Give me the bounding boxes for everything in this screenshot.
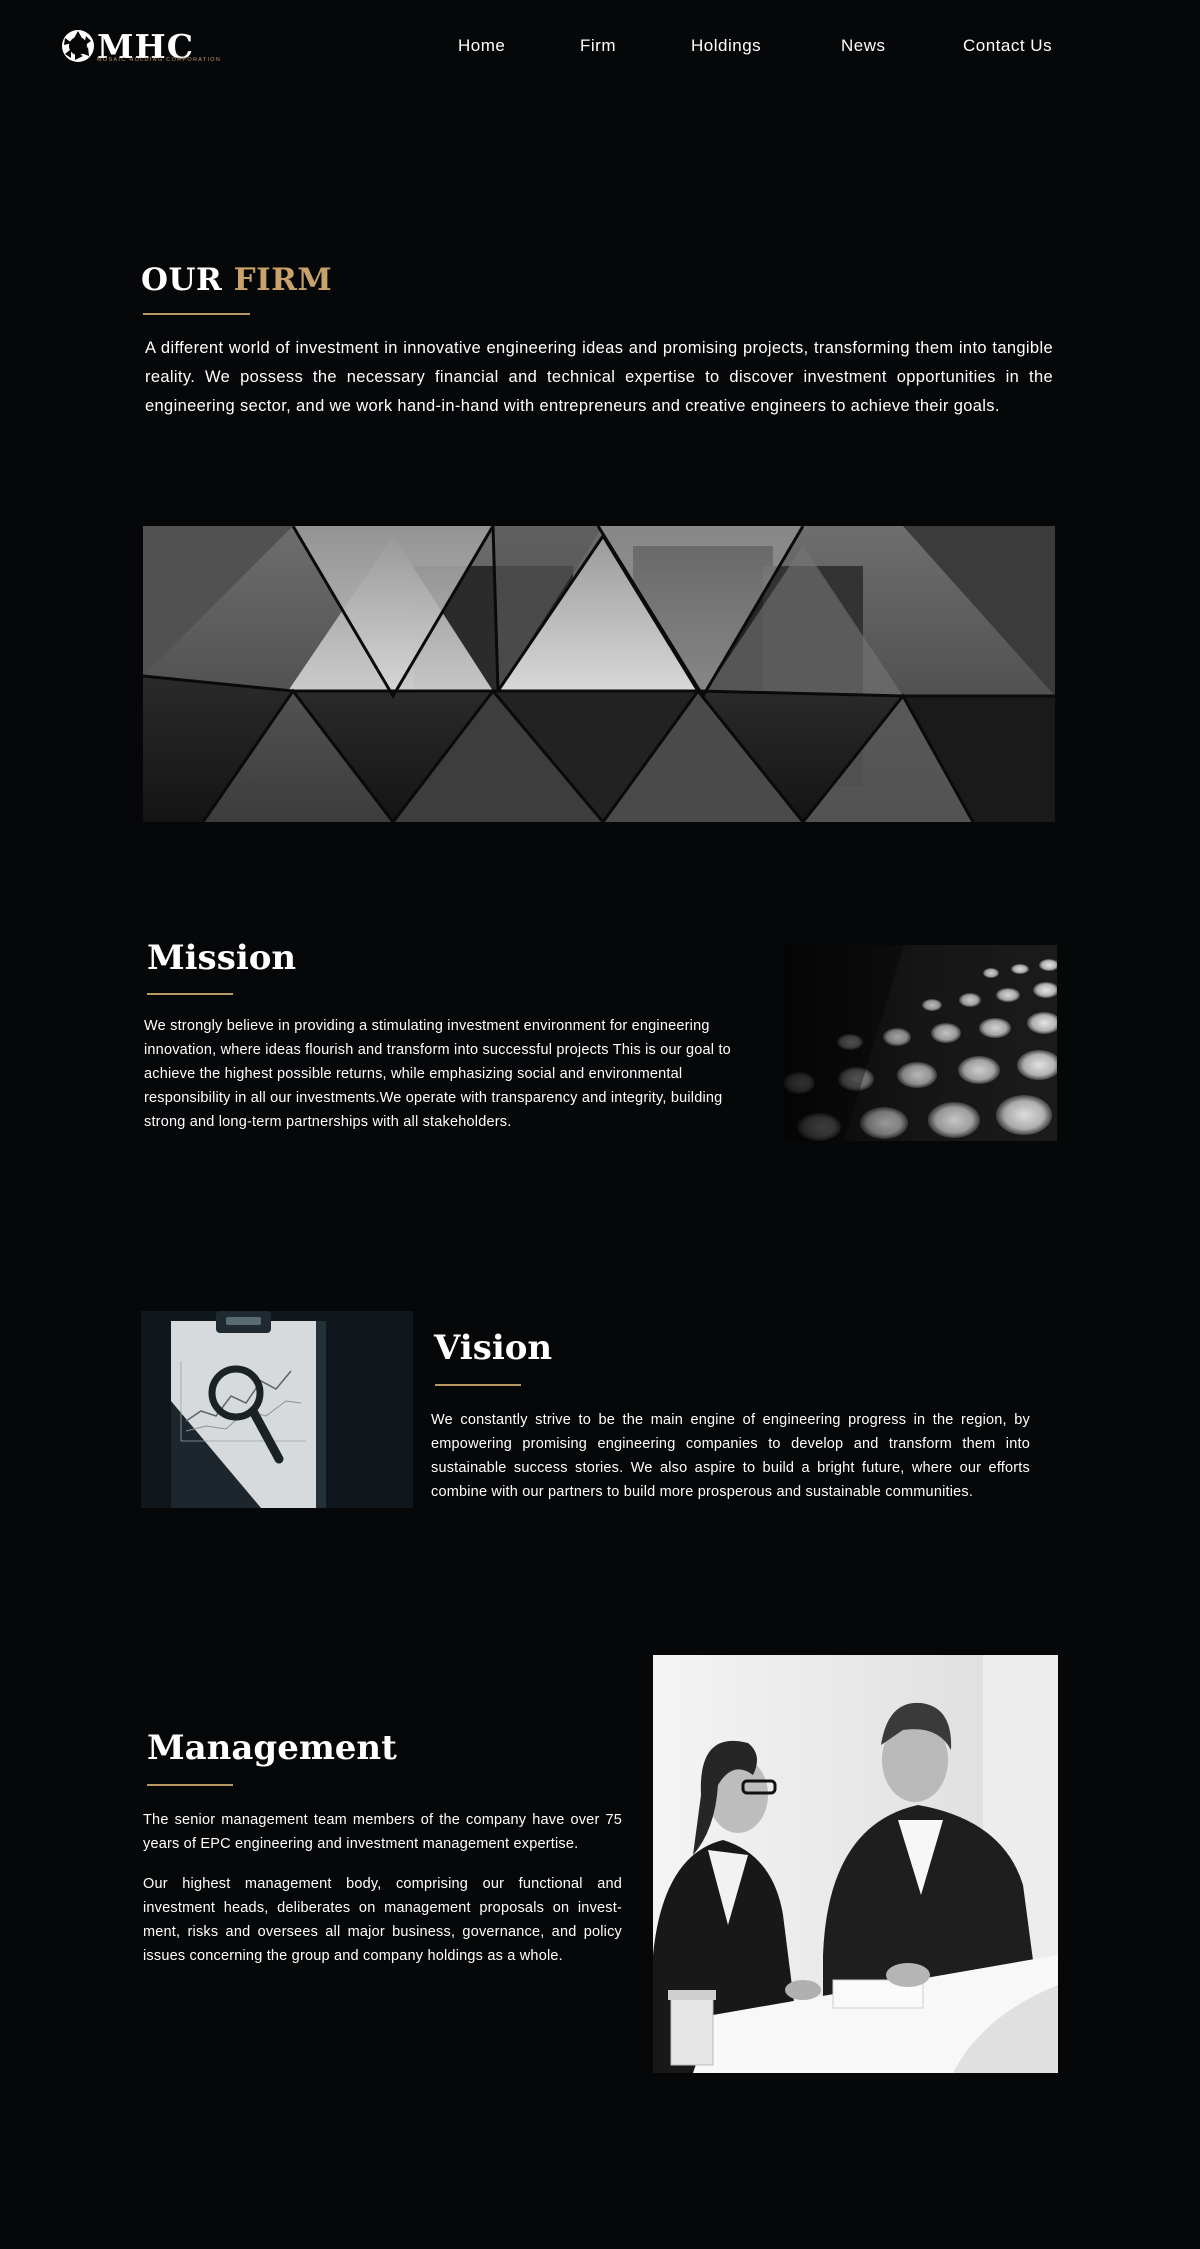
nav-firm[interactable]: Firm xyxy=(580,36,616,56)
logo[interactable]: MHC MOSAIC HOLDING CORPORATION xyxy=(60,28,220,68)
hero-image xyxy=(143,526,1055,822)
firm-title-part2: FIRM xyxy=(233,262,333,298)
clipboard-magnifier-graphic xyxy=(141,1311,413,1508)
management-image xyxy=(653,1655,1058,2073)
mission-title: Mission xyxy=(147,938,297,978)
mission-title-underline xyxy=(147,993,233,995)
management-title-underline xyxy=(147,1784,233,1786)
mission-text: We strongly believe in providing a stimu… xyxy=(144,1018,731,1130)
management-title: Management xyxy=(147,1728,397,1768)
page: MHC MOSAIC HOLDING CORPORATION Home Firm… xyxy=(0,0,1200,2249)
firm-description: A different world of investment in innov… xyxy=(145,339,1053,415)
firm-title: OUR FIRM xyxy=(141,260,332,300)
mission-image xyxy=(784,945,1057,1141)
vision-text: We constantly strive to be the main engi… xyxy=(431,1412,1030,1500)
nav-news[interactable]: News xyxy=(841,36,886,56)
firm-title-underline xyxy=(143,313,250,315)
vision-title: Vision xyxy=(434,1328,553,1368)
nav-home[interactable]: Home xyxy=(458,36,505,56)
logo-aperture-icon xyxy=(62,30,94,62)
management-paragraph-2: Our highest management body, comprising … xyxy=(143,1876,622,1964)
site-header: MHC MOSAIC HOLDING CORPORATION Home Firm… xyxy=(0,0,1200,95)
vision-image xyxy=(141,1311,413,1508)
perforated-wall-graphic xyxy=(784,945,1057,1141)
firm-title-part1: OUR xyxy=(141,262,223,298)
hero-glass-canopy-graphic xyxy=(143,526,1055,822)
vision-title-underline xyxy=(435,1384,521,1386)
logo-tagline: MOSAIC HOLDING CORPORATION xyxy=(97,57,222,63)
management-paragraph-1: The senior management team members of th… xyxy=(143,1812,622,1852)
business-meeting-graphic xyxy=(653,1655,1058,2073)
nav-holdings[interactable]: Holdings xyxy=(691,36,761,56)
nav-contact-us[interactable]: Contact Us xyxy=(963,36,1052,56)
